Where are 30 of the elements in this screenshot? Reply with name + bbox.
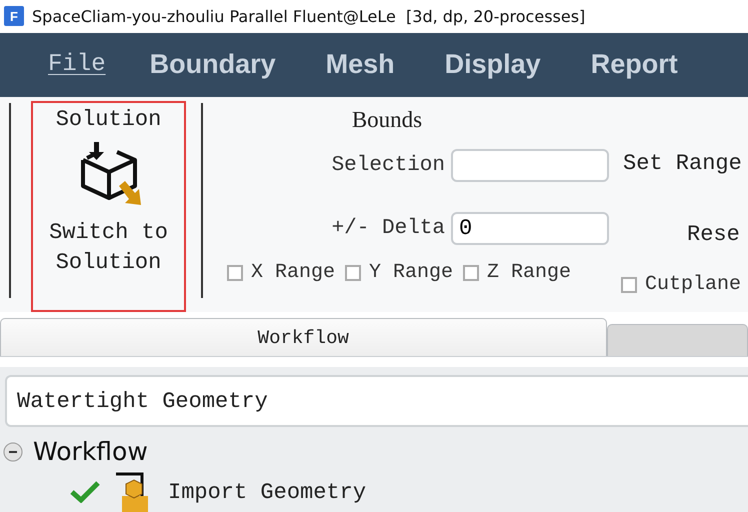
checkbox-label: X Range <box>251 261 336 284</box>
group-title: Bounds <box>350 107 424 134</box>
tab[interactable] <box>606 324 748 356</box>
checkbox-label: Z Range <box>487 261 572 284</box>
checkbox[interactable] <box>345 264 362 281</box>
app-logo-icon: F <box>4 6 24 26</box>
set-range-button[interactable]: Set Range <box>623 151 742 176</box>
field-label: +/- Delta <box>332 217 445 240</box>
reset-button[interactable]: Rese <box>687 222 742 248</box>
checkbox[interactable] <box>621 276 637 293</box>
menu-item[interactable]: Mesh <box>326 49 395 80</box>
tree-item[interactable]: Workflow <box>33 437 148 466</box>
menu-item[interactable]: Report <box>590 49 678 80</box>
checkbox-label: Y Range <box>369 261 454 284</box>
menu-item[interactable]: Display <box>444 49 541 80</box>
window-title: SpaceCliam-you-zhouliu Parallel Fluent@LeLe [3d, dp, 20-processes] <box>32 6 586 26</box>
menu-item[interactable]: Boundary <box>150 49 276 80</box>
menu-item[interactable]: File <box>48 51 106 78</box>
workflow-type-dropdown[interactable]: Watertight Geometry <box>5 375 748 428</box>
checkbox[interactable] <box>227 264 243 281</box>
field-label: Selection <box>332 154 445 178</box>
checkbox[interactable] <box>463 264 480 281</box>
tree-item[interactable]: Import Geometry <box>168 480 366 505</box>
collapse-icon[interactable] <box>3 442 23 462</box>
input-field[interactable] <box>451 149 609 182</box>
group-title: Solution <box>56 107 162 132</box>
tab[interactable]: Workflow <box>0 318 607 356</box>
checkbox-label: Cutplane <box>645 273 742 296</box>
input-field[interactable]: 0 <box>451 212 609 246</box>
switch-to-solution-button[interactable]: Switch to Solution <box>44 142 174 278</box>
